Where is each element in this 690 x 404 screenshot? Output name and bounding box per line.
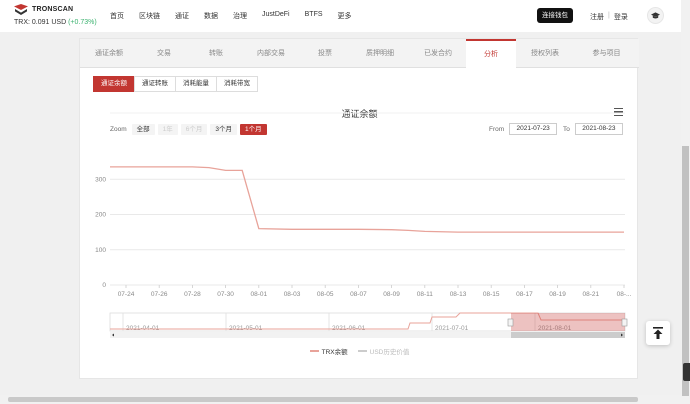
navigator-selection[interactable] xyxy=(511,313,625,331)
x-tick-label: 08-09 xyxy=(383,291,400,298)
y-tick-label: 200 xyxy=(95,212,106,219)
trx-price-change: (+0.73%) xyxy=(68,19,97,26)
nav-item-blockchain[interactable]: 区块链 xyxy=(139,11,160,21)
back-to-top-button[interactable] xyxy=(646,321,670,345)
y-tick-label: 0 xyxy=(102,282,106,289)
legend-item-usd-value[interactable]: USD历史价值 xyxy=(357,346,410,356)
x-tick-label: 07-28 xyxy=(184,291,201,298)
horizontal-scrollbar-thumb[interactable] xyxy=(8,397,638,402)
x-tick-label: 08-17 xyxy=(516,291,533,298)
legend-swatch-usd xyxy=(357,350,367,352)
x-tick-label: 07-26 xyxy=(151,291,168,298)
side-feedback-tab[interactable] xyxy=(683,363,690,381)
graduation-cap-button[interactable] xyxy=(647,7,664,24)
login-link[interactable]: 登录 xyxy=(614,12,628,22)
x-tick-label: 08-07 xyxy=(350,291,367,298)
trx-price-value: TRX: 0.091 USD xyxy=(14,19,67,26)
legend-label-trx: TRX余额 xyxy=(321,349,348,356)
navigator-handle-left[interactable] xyxy=(507,318,514,327)
x-tick-label: 08-11 xyxy=(417,291,434,298)
vertical-scrollbar-thumb[interactable] xyxy=(682,146,689,396)
x-tick-label: 08-01 xyxy=(250,291,267,298)
x-tick-label: 08-03 xyxy=(284,291,301,298)
series-line-trx-balance xyxy=(110,166,624,233)
tronscan-logo[interactable]: TRONSCAN xyxy=(14,4,73,15)
navigator-date-label: 2021-07-01 xyxy=(435,325,469,332)
balance-chart: 0 100 200 300 07-24 07-26 07-28 07-30 08-01 08-03… xyxy=(95,112,632,338)
account-detail-card: 通证余额 交易 转账 内部交易 投票 质押明细 已发合约 分析 授权列表 参与项… xyxy=(79,38,639,379)
navigator-handle-right[interactable] xyxy=(621,318,628,327)
y-tick-label: 100 xyxy=(95,247,106,254)
nav-item-data[interactable]: 数据 xyxy=(204,11,218,21)
nav-item-more[interactable]: 更多 xyxy=(338,11,352,21)
logo-text: TRONSCAN xyxy=(32,6,74,13)
legend-item-trx-balance[interactable]: TRX余额 xyxy=(309,346,348,356)
x-tick-label: 08-05 xyxy=(317,291,334,298)
register-link[interactable]: 注册 xyxy=(590,12,604,22)
nav-item-btfs[interactable]: BTFS xyxy=(305,11,323,21)
x-tick-label: 08-19 xyxy=(549,291,566,298)
nav-item-governance[interactable]: 治理 xyxy=(233,11,247,21)
connect-wallet-button[interactable]: 连接钱包 xyxy=(537,8,573,23)
main-nav: 首页 区块链 通证 数据 治理 JustDeFi BTFS 更多 xyxy=(110,11,367,21)
top-navigation-bar: TRONSCAN TRX: 0.091 USD (+0.73%) 首页 区块链 … xyxy=(0,0,690,32)
legend-label-usd: USD历史价值 xyxy=(369,349,410,356)
tronscan-logo-icon xyxy=(14,4,28,15)
navigator-scrollbar-thumb[interactable] xyxy=(511,332,625,338)
arrow-up-to-top-icon xyxy=(653,327,663,339)
nav-item-tokens[interactable]: 通证 xyxy=(175,11,189,21)
x-tick-label: 07-30 xyxy=(217,291,234,298)
graduation-cap-icon xyxy=(651,11,660,19)
x-tick-label: 08-15 xyxy=(483,291,500,298)
auth-separator: | xyxy=(608,12,610,19)
x-tick-label: 08-13 xyxy=(450,291,467,298)
trx-price: TRX: 0.091 USD (+0.73%) xyxy=(14,19,97,26)
nav-item-justdefi[interactable]: JustDeFi xyxy=(262,11,290,21)
x-tick-label: 08-... xyxy=(617,291,632,298)
x-tick-label: 08-21 xyxy=(582,291,599,298)
auth-links: 注册 | 登录 xyxy=(590,12,628,22)
x-tick-label: 07-24 xyxy=(118,291,135,298)
legend-swatch-trx xyxy=(309,350,319,352)
nav-item-home[interactable]: 首页 xyxy=(110,11,124,21)
chart-legend: TRX余额 USD历史价值 xyxy=(80,346,639,356)
y-tick-label: 300 xyxy=(95,176,106,183)
